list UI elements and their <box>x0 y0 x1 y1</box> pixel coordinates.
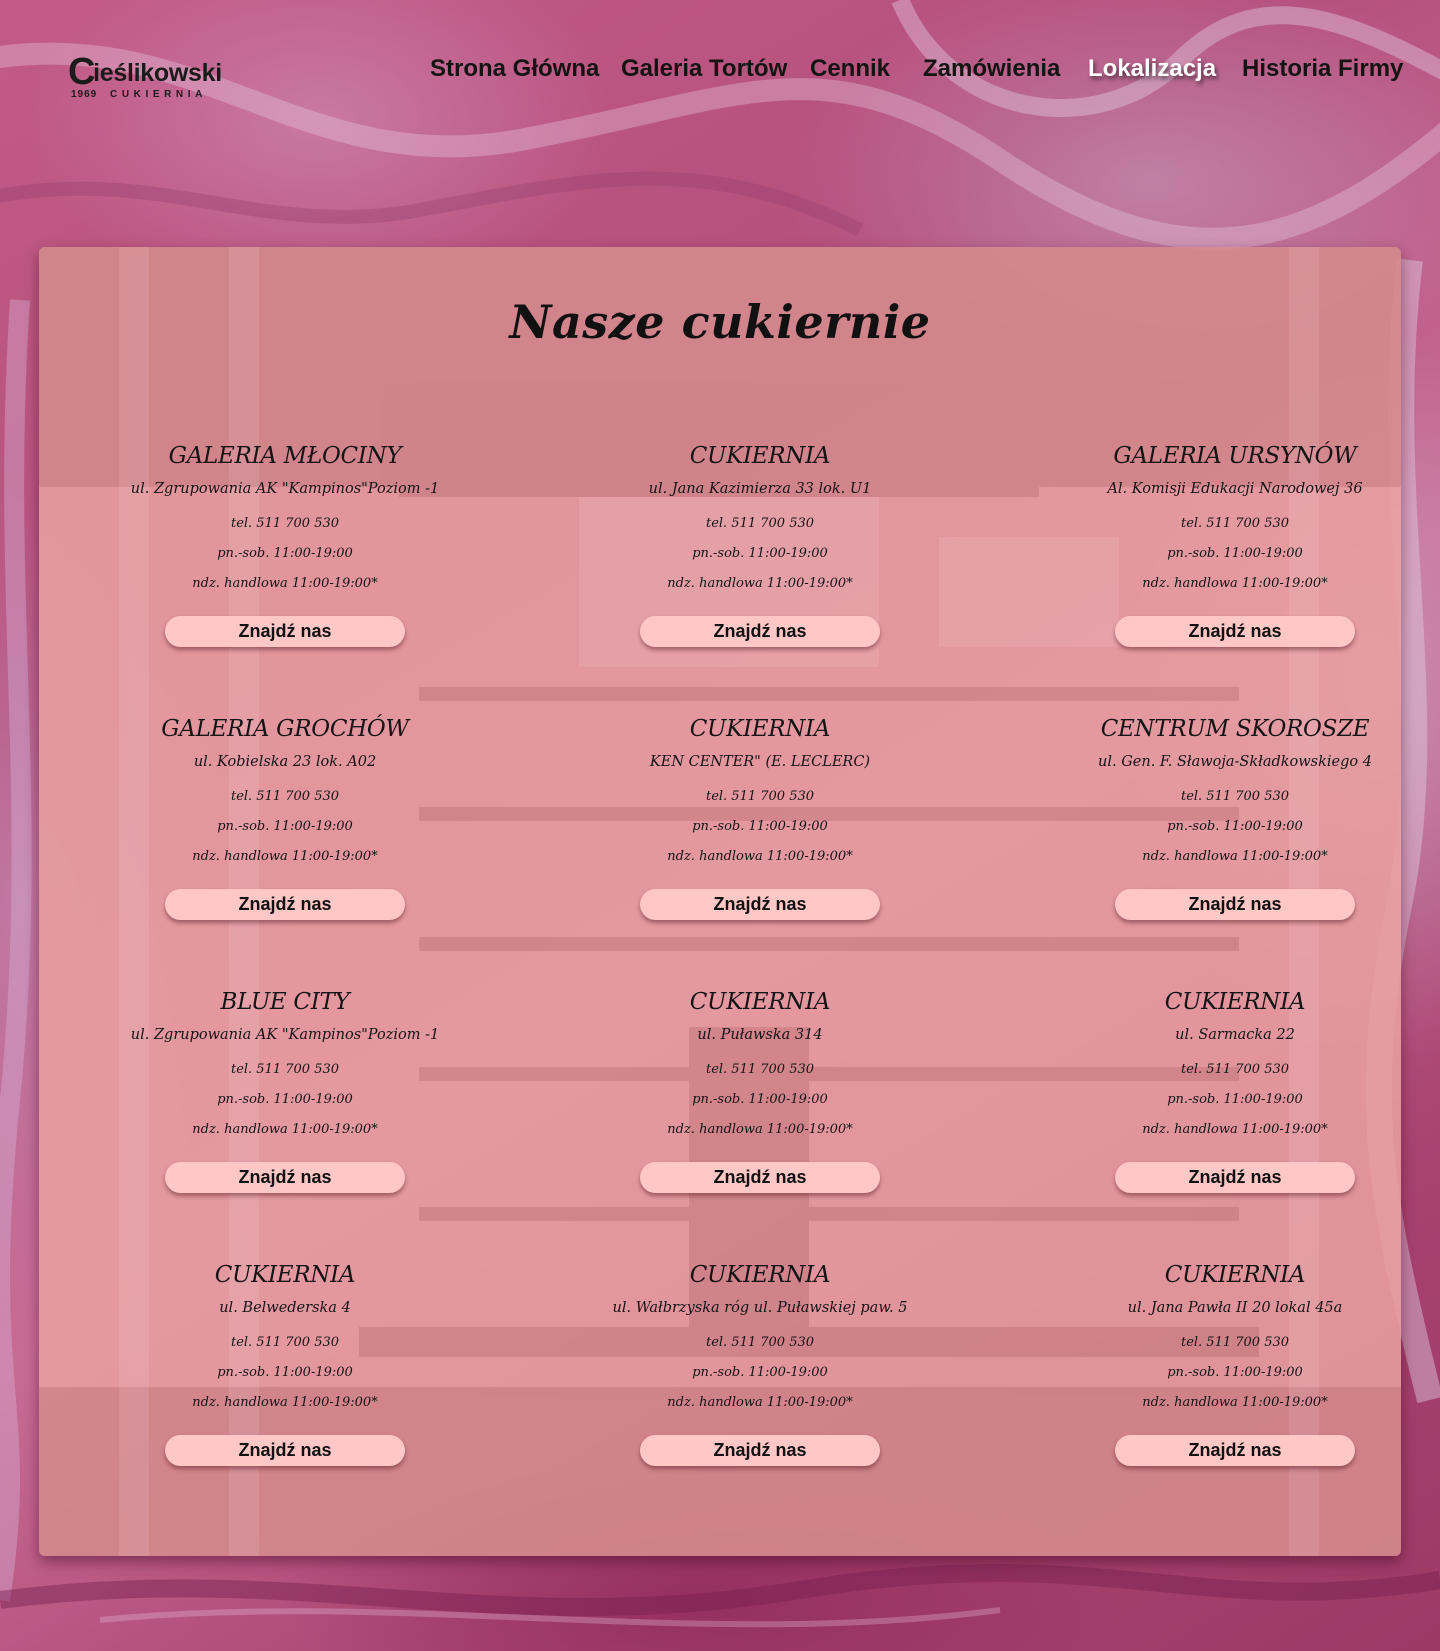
location-sunday-hours: ndz. handlowa 11:00-19:00* <box>192 849 378 864</box>
location-phone: tel. 511 700 530 <box>1180 1335 1290 1350</box>
find-us-button[interactable]: Znajdź nas <box>165 889 405 920</box>
location-hours: pn.-sob. 11:00-19:00 <box>692 546 828 561</box>
location-sunday-hours: ndz. handlowa 11:00-19:00* <box>1142 1395 1328 1410</box>
location-name: CUKIERNIA <box>689 989 831 1015</box>
location-phone: tel. 511 700 530 <box>705 1335 815 1350</box>
find-us-button[interactable]: Znajdź nas <box>1115 616 1355 647</box>
location-phone: tel. 511 700 530 <box>230 516 340 531</box>
location-address: ul. Jana Kazimierza 33 lok. U1 <box>648 481 872 497</box>
location-hours: pn.-sob. 11:00-19:00 <box>692 819 828 834</box>
nav-item-historia-firmy[interactable]: Historia Firmy <box>1242 52 1403 86</box>
location-name: CUKIERNIA <box>1164 989 1306 1015</box>
brand-year: 1969 <box>71 89 98 100</box>
location-phone: tel. 511 700 530 <box>230 1335 340 1350</box>
locations-panel: Nasze cukiernie GALERIA MŁOCINY ul. Zgrup… <box>39 247 1401 1556</box>
location-phone: tel. 511 700 530 <box>1180 789 1290 804</box>
location-hours: pn.-sob. 11:00-19:00 <box>1167 1092 1303 1107</box>
location-sunday-hours: ndz. handlowa 11:00-19:00* <box>192 576 378 591</box>
location-sunday-hours: ndz. handlowa 11:00-19:00* <box>192 1122 378 1137</box>
location-card: CUKIERNIA ul. Wałbrzyska róg ul. Puławski… <box>540 1258 980 1466</box>
main-nav: Strona Główna Galeria Tortów Cennik Zamó… <box>0 52 1440 86</box>
location-hours: pn.-sob. 11:00-19:00 <box>217 1365 353 1380</box>
location-address: ul. Gen. F. Sławoja-Składkowskiego 4 <box>1098 754 1372 770</box>
location-name: GALERIA MŁOCINY <box>168 443 402 469</box>
location-card: CUKIERNIA ul. Belwederska 4 tel. 511 700 5… <box>65 1258 505 1466</box>
location-sunday-hours: ndz. handlowa 11:00-19:00* <box>667 1395 853 1410</box>
location-card: CUKIERNIA ul. Puławska 314 tel. 511 700 53… <box>540 985 980 1193</box>
nav-item-galeria-tortow[interactable]: Galeria Tortów <box>621 52 787 86</box>
location-address: ul. Sarmacka 22 <box>1175 1027 1295 1043</box>
location-hours: pn.-sob. 11:00-19:00 <box>1167 819 1303 834</box>
location-name: CUKIERNIA <box>214 1262 356 1288</box>
location-address: ul. Kobielska 23 lok. A02 <box>193 754 377 770</box>
location-sunday-hours: ndz. handlowa 11:00-19:00* <box>1142 576 1328 591</box>
location-sunday-hours: ndz. handlowa 11:00-19:00* <box>667 1122 853 1137</box>
location-name: CUKIERNIA <box>689 716 831 742</box>
find-us-button[interactable]: Znajdź nas <box>640 1435 880 1466</box>
location-name: CENTRUM SKOROSZE <box>1100 716 1370 742</box>
location-hours: pn.-sob. 11:00-19:00 <box>692 1092 828 1107</box>
location-sunday-hours: ndz. handlowa 11:00-19:00* <box>667 576 853 591</box>
location-hours: pn.-sob. 11:00-19:00 <box>692 1365 828 1380</box>
find-us-button[interactable]: Znajdź nas <box>165 1162 405 1193</box>
nav-item-zamowienia[interactable]: Zamówienia <box>923 52 1060 86</box>
location-card: CUKIERNIA ul. Sarmacka 22 tel. 511 700 530… <box>1015 985 1401 1193</box>
find-us-button[interactable]: Znajdź nas <box>640 616 880 647</box>
location-card: CUKIERNIA ul. Jana Pawła II 20 lokal 45a t… <box>1015 1258 1401 1466</box>
location-name: GALERIA GROCHÓW <box>161 716 409 742</box>
location-name: CUKIERNIA <box>1164 1262 1306 1288</box>
find-us-button[interactable]: Znajdź nas <box>640 889 880 920</box>
location-card: CUKIERNIA ul. Jana Kazimierza 33 lok. U1 t… <box>540 439 980 647</box>
nav-item-strona-glowna[interactable]: Strona Główna <box>430 52 599 86</box>
nav-item-cennik[interactable]: Cennik <box>810 52 890 86</box>
location-hours: pn.-sob. 11:00-19:00 <box>1167 1365 1303 1380</box>
location-hours: pn.-sob. 11:00-19:00 <box>217 1092 353 1107</box>
location-address: ul. Zgrupowania AK "Kampinos"Poziom -1 <box>130 1027 440 1043</box>
location-hours: pn.-sob. 11:00-19:00 <box>217 546 353 561</box>
location-phone: tel. 511 700 530 <box>705 1062 815 1077</box>
find-us-button[interactable]: Znajdź nas <box>165 616 405 647</box>
find-us-button[interactable]: Znajdź nas <box>640 1162 880 1193</box>
location-address: ul. Puławska 314 <box>697 1027 823 1043</box>
location-phone: tel. 511 700 530 <box>705 516 815 531</box>
location-sunday-hours: ndz. handlowa 11:00-19:00* <box>1142 1122 1328 1137</box>
location-sunday-hours: ndz. handlowa 11:00-19:00* <box>1142 849 1328 864</box>
location-card: BLUE CITY ul. Zgrupowania AK "Kampinos"Po… <box>65 985 505 1193</box>
location-name: GALERIA URSYNÓW <box>1113 443 1357 469</box>
site-header: Cieślikowski 1969 CUKIERNIA Strona Główn… <box>0 0 1440 140</box>
location-address: ul. Zgrupowania AK "Kampinos"Poziom -1 <box>130 481 440 497</box>
location-phone: tel. 511 700 530 <box>230 789 340 804</box>
location-hours: pn.-sob. 11:00-19:00 <box>217 819 353 834</box>
location-card: GALERIA MŁOCINY ul. Zgrupowania AK "Kampi… <box>65 439 505 647</box>
location-address: Al. Komisji Edukacji Narodowej 36 <box>1107 481 1363 497</box>
location-phone: tel. 511 700 530 <box>230 1062 340 1077</box>
location-phone: tel. 511 700 530 <box>705 789 815 804</box>
find-us-button[interactable]: Znajdź nas <box>1115 1162 1355 1193</box>
location-address: ul. Belwederska 4 <box>219 1300 351 1316</box>
page-title: Nasze cukiernie <box>509 295 931 349</box>
location-hours: pn.-sob. 11:00-19:00 <box>1167 546 1303 561</box>
location-sunday-hours: ndz. handlowa 11:00-19:00* <box>192 1395 378 1410</box>
location-phone: tel. 511 700 530 <box>1180 516 1290 531</box>
location-card: CUKIERNIA KEN CENTER" (E. LECLERC) tel. 51… <box>540 712 980 920</box>
find-us-button[interactable]: Znajdź nas <box>1115 889 1355 920</box>
location-card: GALERIA URSYNÓW Al. Komisji Edukacji Naro… <box>1015 439 1401 647</box>
location-name: BLUE CITY <box>220 989 350 1015</box>
brand-subtitle: CUKIERNIA <box>110 89 207 100</box>
location-phone: tel. 511 700 530 <box>1180 1062 1290 1077</box>
location-address: ul. Wałbrzyska róg ul. Puławskiej paw. 5 <box>612 1300 908 1316</box>
location-address: KEN CENTER" (E. LECLERC) <box>649 754 871 770</box>
location-name: CUKIERNIA <box>689 1262 831 1288</box>
location-name: CUKIERNIA <box>689 443 831 469</box>
find-us-button[interactable]: Znajdź nas <box>165 1435 405 1466</box>
location-card: GALERIA GROCHÓW ul. Kobielska 23 lok. A02… <box>65 712 505 920</box>
location-sunday-hours: ndz. handlowa 11:00-19:00* <box>667 849 853 864</box>
location-card: CENTRUM SKOROSZE ul. Gen. F. Sławoja-Skła… <box>1015 712 1401 920</box>
nav-item-lokalizacja[interactable]: Lokalizacja <box>1088 52 1216 86</box>
location-address: ul. Jana Pawła II 20 lokal 45a <box>1127 1300 1343 1316</box>
find-us-button[interactable]: Znajdź nas <box>1115 1435 1355 1466</box>
